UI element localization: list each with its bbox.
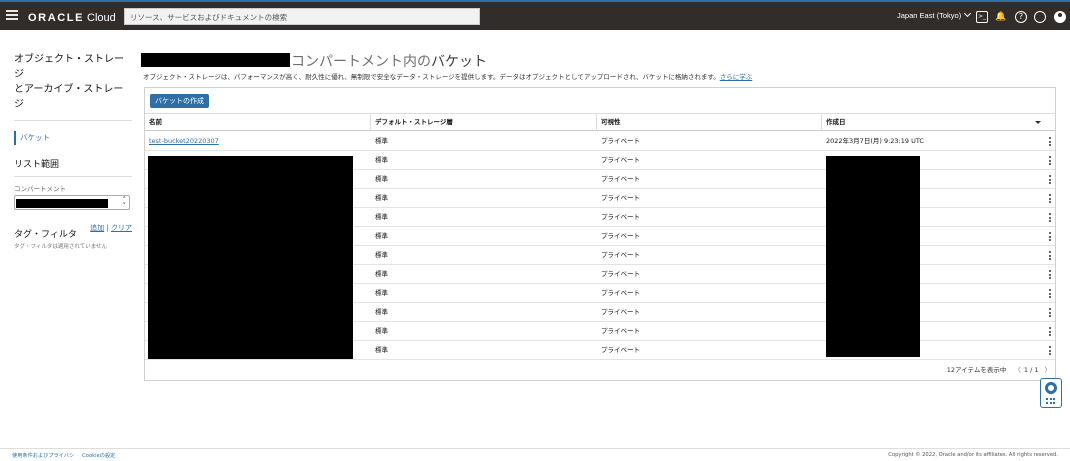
created-date-cell: 2022年3月7日(月) 9:23:19 UTC <box>826 137 924 145</box>
storage-tier-cell: 標準 <box>375 289 388 297</box>
tag-add-link[interactable]: 追加 <box>90 224 104 232</box>
visibility-cell: プライベート <box>601 251 640 259</box>
visibility-cell: プライベート <box>601 137 640 145</box>
oracle-cloud-logo[interactable]: ORACLE Cloud <box>28 8 116 26</box>
learn-more-link[interactable]: さらに学ぶ <box>720 73 753 81</box>
bucket-name-link[interactable]: test-bucket20220307 <box>149 137 219 145</box>
visibility-cell: プライベート <box>601 289 640 297</box>
tag-filter-note: タグ・フィルタは適用されていません <box>14 244 108 250</box>
visibility-cell: プライベート <box>601 194 640 202</box>
list-scope-heading: リスト範囲 <box>14 157 132 177</box>
storage-tier-cell: 標準 <box>375 137 388 145</box>
redaction-box <box>16 199 108 208</box>
select-arrows-icon: ˄ ˅ <box>122 196 127 210</box>
terms-privacy-link[interactable]: 使用条件およびプライバシ <box>12 453 74 459</box>
storage-tier-cell: 標準 <box>375 213 388 221</box>
redaction-box <box>148 156 353 359</box>
page-title: コンパートメント内のバケット <box>291 54 487 70</box>
storage-tier-cell: 標準 <box>375 175 388 183</box>
bucket-name-cell[interactable]: test-bucket20220307 <box>145 132 370 150</box>
column-header-visibility[interactable]: 可視性 <box>596 114 821 131</box>
visibility-cell: プライベート <box>601 270 640 278</box>
redaction-box <box>826 156 920 357</box>
column-header-storage-tier[interactable]: デフォルト・ストレージ層 <box>370 114 596 131</box>
globe-icon[interactable] <box>1034 11 1046 23</box>
table-row: test-bucket20220307 標準 プライベート 2022年3月7日(月) … <box>145 132 1055 151</box>
visibility-cell: プライベート <box>601 156 640 164</box>
cloud-shell-icon[interactable]: >_ <box>976 11 988 23</box>
storage-tier-cell: 標準 <box>375 270 388 278</box>
visibility-cell: プライベート <box>601 346 640 354</box>
user-icon[interactable] <box>1054 11 1066 23</box>
storage-tier-cell: 標準 <box>375 194 388 202</box>
visibility-cell: プライベート <box>601 327 640 335</box>
visibility-cell: プライベート <box>601 308 640 316</box>
storage-tier-cell: 標準 <box>375 308 388 316</box>
footer: 使用条件およびプライバシ Cookieの設定 Copyright © 2022, … <box>0 448 1070 461</box>
apps-grid-icon <box>1046 398 1057 406</box>
storage-tier-cell: 標準 <box>375 327 388 335</box>
storage-tier-cell: 標準 <box>375 156 388 164</box>
prev-page-icon[interactable]: 〈 <box>1014 366 1021 374</box>
tag-filter-header: タグ・フィルタ 追加 | クリア <box>14 224 132 240</box>
storage-tier-cell: 標準 <box>375 232 388 240</box>
menu-icon[interactable] <box>6 10 18 20</box>
next-page-icon[interactable]: 〉 <box>1045 366 1052 374</box>
pagination: 12アイテムを表示中 〈 1 / 1 〉 <box>946 366 1052 374</box>
row-actions-icon[interactable] <box>1049 308 1051 317</box>
left-panel: オブジェクト・ストレージ とアーカイブ・ストレージ バケット リスト範囲 コンパ… <box>14 52 132 250</box>
bell-icon[interactable]: 🔔 <box>995 11 1007 23</box>
sidebar-item-buckets[interactable]: バケット <box>14 131 132 145</box>
top-navigation-bar: ORACLE Cloud リソース、サービスおよびドキュメントの検索 Japan … <box>0 0 1070 30</box>
visibility-cell: プライベート <box>601 232 640 240</box>
sidebar-title: オブジェクト・ストレージ とアーカイブ・ストレージ <box>14 52 132 121</box>
row-actions-icon[interactable] <box>1049 156 1051 165</box>
cookie-settings-link[interactable]: Cookieの設定 <box>82 453 115 459</box>
row-actions-icon[interactable] <box>1049 346 1051 355</box>
redaction-box <box>141 53 290 67</box>
table-header: 名前 デフォルト・ストレージ層 可視性 作成日 <box>145 113 1055 131</box>
visibility-cell: プライベート <box>601 213 640 221</box>
region-selector[interactable]: Japan East (Tokyo) <box>897 9 972 20</box>
row-actions-icon[interactable] <box>1049 270 1051 279</box>
lifebuoy-icon <box>1045 382 1057 394</box>
row-actions-icon[interactable] <box>1049 213 1051 222</box>
column-header-name[interactable]: 名前 <box>145 114 370 131</box>
create-bucket-button[interactable]: バケットの作成 <box>150 94 209 108</box>
search-input[interactable]: リソース、サービスおよびドキュメントの検索 <box>124 8 480 25</box>
row-actions-icon[interactable] <box>1049 232 1051 241</box>
row-actions-icon[interactable] <box>1049 327 1051 336</box>
compartment-label: コンパートメント <box>14 185 66 193</box>
compartment-select[interactable]: ˄ ˅ <box>14 195 130 210</box>
row-actions-icon[interactable] <box>1049 194 1051 203</box>
storage-tier-cell: 標準 <box>375 251 388 259</box>
visibility-cell: プライベート <box>601 175 640 183</box>
row-actions-icon[interactable] <box>1049 251 1051 260</box>
sort-down-icon[interactable] <box>1035 121 1041 124</box>
bucket-table: バケットの作成 名前 デフォルト・ストレージ層 可視性 作成日 test-buc… <box>144 87 1056 381</box>
page-description: オブジェクト・ストレージは、パフォーマンスが高く、耐久性に優れ、無制限で安全なデ… <box>143 73 753 81</box>
help-lifebuoy-button[interactable] <box>1040 378 1062 408</box>
chevron-down-icon <box>964 9 972 18</box>
copyright-text: Copyright © 2022, Oracle and/or its affi… <box>888 452 1058 458</box>
column-header-created[interactable]: 作成日 <box>821 114 1055 131</box>
row-actions-icon[interactable] <box>1049 175 1051 184</box>
tag-clear-link[interactable]: クリア <box>111 224 132 232</box>
storage-tier-cell: 標準 <box>375 346 388 354</box>
row-actions-icon[interactable] <box>1049 289 1051 298</box>
row-actions-icon[interactable] <box>1049 137 1051 146</box>
help-icon[interactable]: ? <box>1015 11 1027 23</box>
